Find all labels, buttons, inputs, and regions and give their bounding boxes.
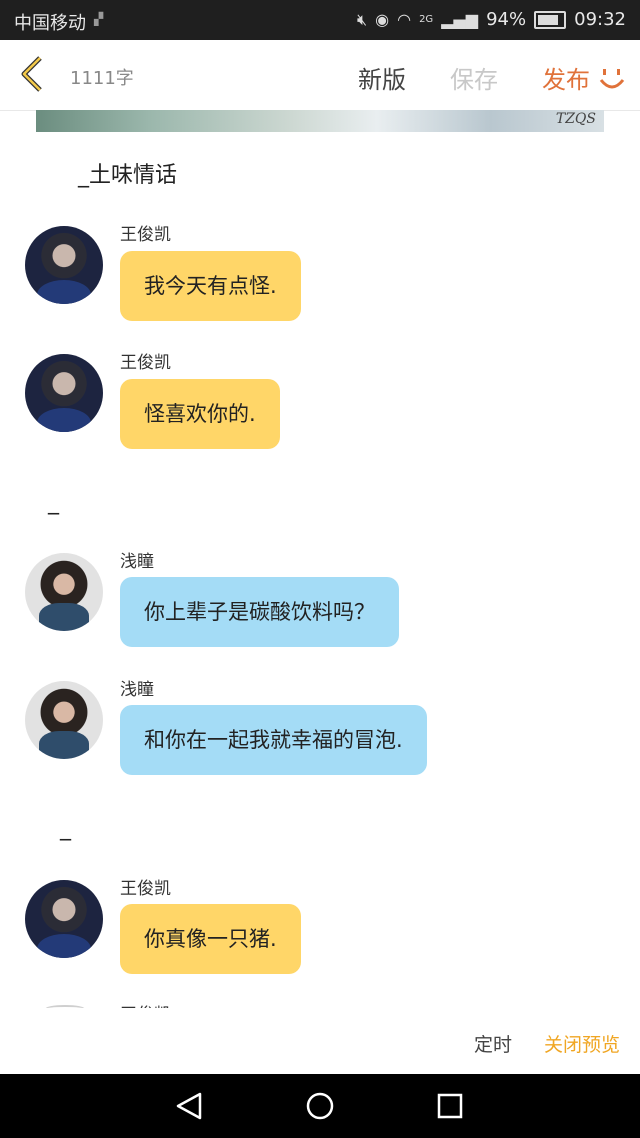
avatar: [25, 681, 103, 759]
sender-name: 浅瞳: [120, 552, 154, 572]
network-type: 2G: [419, 14, 434, 25]
sender-name: 王俊凯: [120, 1000, 171, 1008]
timer-button[interactable]: 定时: [474, 1030, 512, 1057]
triangle-back-icon[interactable]: [160, 1074, 220, 1138]
avatar: [25, 354, 103, 432]
chat-bubble: 怪喜欢你的.: [120, 379, 280, 449]
chat-bubble: 我今天有点怪.: [120, 251, 301, 321]
separator: _: [60, 816, 71, 841]
square-recent-icon[interactable]: [420, 1074, 480, 1138]
avatar: [25, 553, 103, 631]
chat-bubble: 你真像一只猪.: [120, 904, 301, 974]
save-button[interactable]: 保存: [450, 60, 498, 95]
story-title: _土味情话: [78, 163, 178, 188]
sender-name: 王俊凯: [120, 353, 171, 373]
sender-name: 王俊凯: [120, 225, 171, 245]
system-nav-bar: [0, 1074, 640, 1138]
close-preview-button[interactable]: 关闭预览: [544, 1030, 620, 1057]
new-version-button[interactable]: 新版: [358, 60, 406, 95]
watermark: TZQS: [555, 111, 596, 127]
carrier-label: 中国移动: [14, 13, 86, 34]
chat-bubble: 和你在一起我就幸福的冒泡.: [120, 705, 427, 775]
separator: _: [48, 490, 59, 515]
publish-button[interactable]: 发布: [542, 60, 590, 95]
signal-icon: ▂▄▆: [441, 10, 479, 29]
circle-home-icon[interactable]: [290, 1074, 350, 1138]
eye-icon: ◉: [375, 10, 390, 29]
wifi-icon: ◠: [397, 10, 412, 29]
notification-icon: ▞: [94, 12, 104, 26]
battery-icon: [534, 10, 567, 29]
mute-icon: 🔇︎: [357, 9, 368, 29]
sender-name: 王俊凯: [120, 879, 171, 899]
status-bar: 中国移动 ▞ 🔇︎ ◉ ◠ 2G ▂▄▆ 94% 09:32: [0, 0, 640, 40]
smile-icon: [599, 69, 625, 89]
word-count: 1111字: [70, 68, 134, 89]
clock: 09:32: [574, 9, 626, 30]
chevron-left-icon[interactable]: [18, 54, 48, 94]
bottom-action-bar: 定时 关闭预览: [0, 1008, 640, 1074]
top-bar: 1111字 新版 保存 发布: [0, 40, 640, 111]
avatar: [25, 226, 103, 304]
chat-bubble: 你上辈子是碳酸饮料吗？: [120, 577, 399, 647]
avatar: [25, 880, 103, 958]
cover-image: TZQS: [36, 110, 604, 132]
sender-name: 浅瞳: [120, 680, 154, 700]
battery-percent: 94%: [486, 9, 527, 30]
